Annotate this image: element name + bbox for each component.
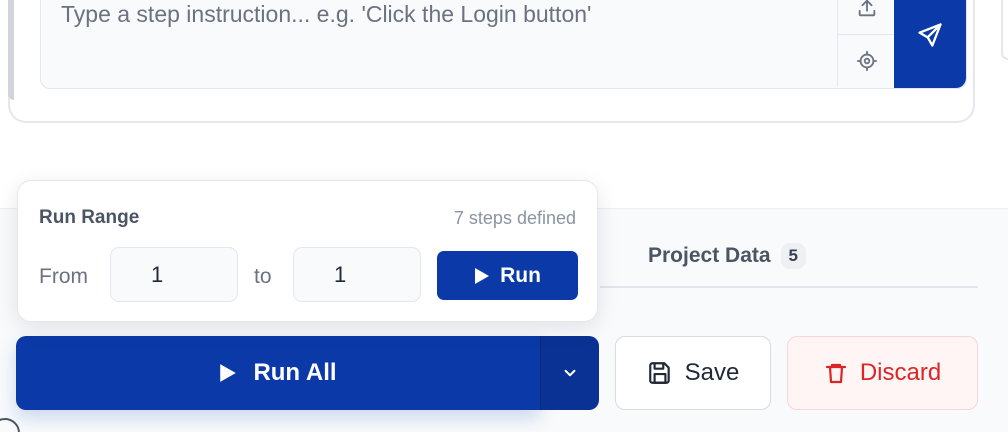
send-icon: [918, 22, 942, 47]
tab-label: Project Data: [648, 244, 771, 267]
pick-element-button[interactable]: [838, 34, 896, 87]
step-instruction-input[interactable]: [41, 0, 837, 87]
crosshair-icon: [856, 50, 878, 72]
side-panel-edge: [1001, 0, 1008, 60]
tab-project-data[interactable]: Project Data 5: [648, 243, 807, 269]
from-step-input[interactable]: [110, 247, 238, 302]
run-range-popover: Run Range 7 steps defined From to Run: [17, 180, 598, 322]
send-button[interactable]: [894, 0, 966, 88]
tab-count-badge: 5: [780, 243, 807, 269]
save-button[interactable]: Save: [615, 336, 771, 410]
chevron-down-icon: [564, 369, 576, 377]
run-range-button[interactable]: Run: [437, 251, 578, 300]
upload-icon: [858, 0, 876, 16]
step-composer: [40, 0, 967, 89]
discard-label: Discard: [859, 359, 942, 386]
save-label: Save: [684, 359, 740, 386]
steps-defined-count: 7 steps defined: [453, 208, 576, 228]
from-label: From: [39, 265, 88, 288]
run-options-dropdown[interactable]: [540, 336, 599, 410]
run-all-label: Run All: [253, 359, 337, 386]
trash-icon: [825, 363, 846, 384]
upload-button[interactable]: [838, 0, 896, 34]
run-all-button[interactable]: Run All: [16, 336, 540, 410]
composer-tools: [837, 0, 896, 87]
save-icon: [648, 362, 670, 384]
play-icon: [220, 364, 237, 382]
tab-divider: [600, 286, 978, 288]
to-step-input[interactable]: [293, 247, 421, 302]
to-label: to: [254, 265, 272, 288]
run-range-title: Run Range: [39, 207, 140, 228]
run-range-button-label: Run: [500, 263, 541, 287]
play-icon: [475, 267, 490, 284]
discard-button[interactable]: Discard: [787, 336, 978, 410]
step-composer-card: [8, 0, 975, 123]
